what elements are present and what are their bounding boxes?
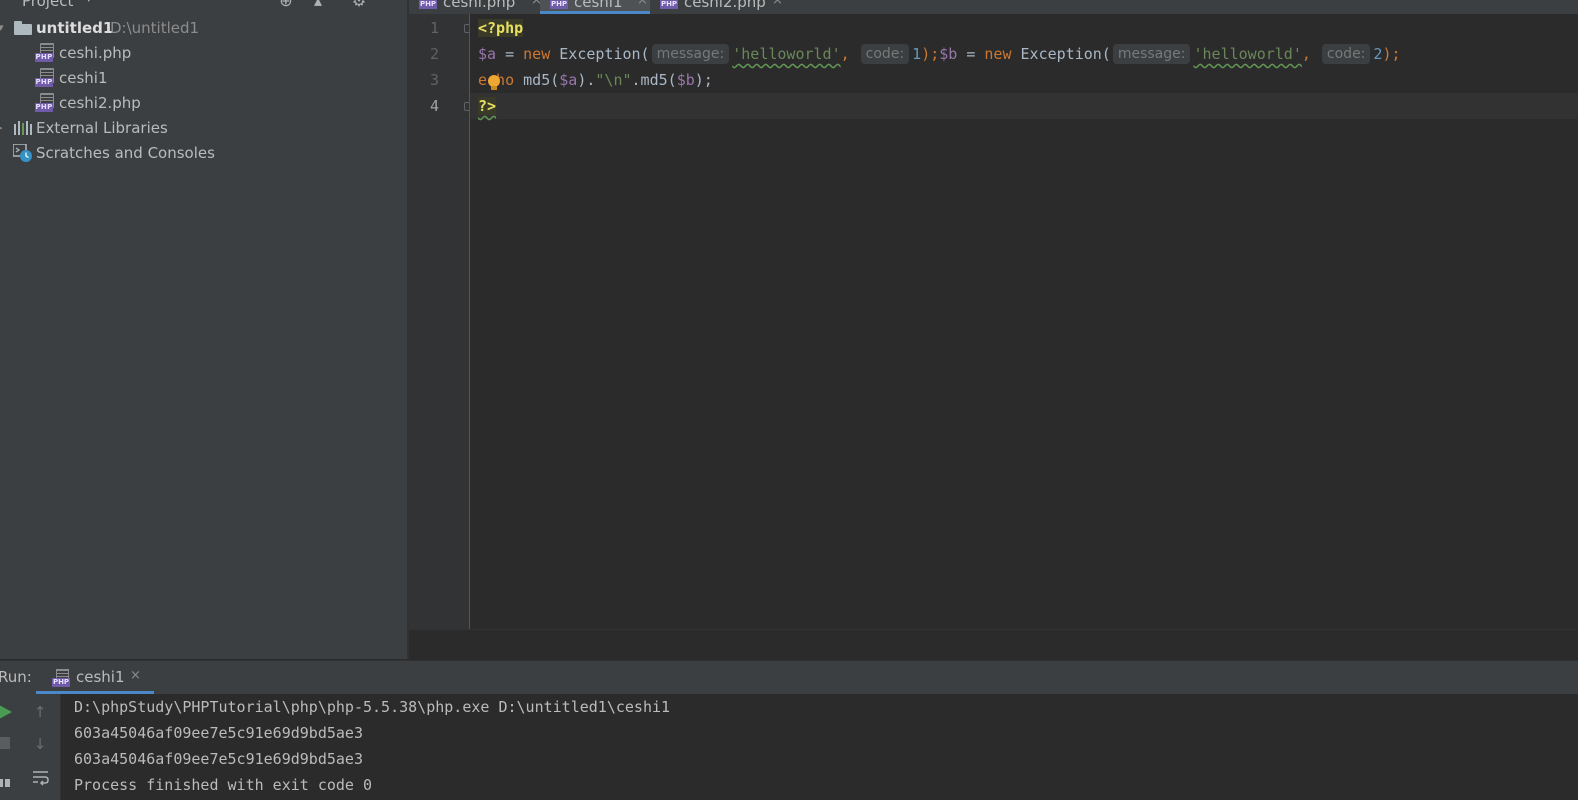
- close-icon[interactable]: ×: [637, 0, 648, 8]
- code-token: $b: [676, 71, 695, 89]
- code-token: $a: [559, 71, 578, 89]
- code-token: Exception(: [550, 45, 650, 63]
- tab-label: ceshi1: [574, 0, 623, 11]
- code-line-1: <?php: [478, 15, 524, 41]
- tree-item-path: D:\untitled1: [110, 19, 200, 37]
- settings-gear-icon[interactable]: ⚙: [350, 0, 368, 10]
- scratches-icon: [13, 144, 32, 162]
- tree-item-project-root[interactable]: ▾ untitled1 D:\untitled1: [0, 16, 407, 40]
- intention-bulb-base: [491, 86, 497, 90]
- tree-item-file[interactable]: PHP ceshi.php: [0, 41, 407, 65]
- editor-status-strip: [409, 629, 1578, 660]
- line-number: 2: [429, 45, 439, 63]
- run-tab-ceshi1[interactable]: PHP ceshi1 ×: [36, 661, 154, 694]
- tree-item-file[interactable]: PHP ceshi1: [0, 66, 407, 90]
- arrow-down-icon[interactable]: ↓: [30, 734, 50, 754]
- param-hint: code:: [860, 44, 910, 64]
- tab-ceshi-php[interactable]: PHP ceshi.php ×: [419, 0, 542, 14]
- expand-arrow-icon[interactable]: ▾: [0, 16, 4, 40]
- code-token: ,: [1301, 45, 1320, 63]
- tab-label: ceshi2.php: [684, 0, 766, 11]
- code-token: =: [957, 45, 985, 63]
- project-panel-header: Project ▾ ⊕ ▴ ⚙: [0, 0, 407, 12]
- line-number: 4: [429, 97, 439, 115]
- folder-icon: [14, 21, 32, 35]
- tree-item-label: Scratches and Consoles: [36, 144, 215, 162]
- run-panel-header: Run: PHP ceshi1 ×: [0, 660, 1578, 694]
- tree-item-file[interactable]: PHP ceshi2.php: [0, 91, 407, 115]
- tree-item-label: untitled1: [36, 19, 114, 37]
- project-panel-title[interactable]: Project: [22, 0, 73, 10]
- close-icon[interactable]: ×: [130, 668, 141, 683]
- layout-icon[interactable]: [0, 774, 14, 788]
- code-token: $b: [939, 45, 958, 63]
- php-file-icon: PHP: [52, 669, 70, 687]
- close-icon[interactable]: ×: [772, 0, 783, 8]
- collapse-all-icon[interactable]: ▴: [309, 0, 327, 10]
- tree-item-scratches[interactable]: Scratches and Consoles: [0, 141, 407, 165]
- php-open-tag: <?php: [478, 19, 524, 37]
- rerun-play-icon[interactable]: [0, 704, 14, 720]
- console-line: 603a45046af09ee7e5c91e69d9bd5ae3: [74, 750, 363, 768]
- code-token: 'helloworld': [1193, 45, 1302, 63]
- tab-label: ceshi.php: [443, 0, 516, 11]
- code-token: );: [921, 45, 940, 63]
- arrow-up-icon[interactable]: ↑: [30, 702, 50, 722]
- project-panel: Project ▾ ⊕ ▴ ⚙ ▾ untitled1 D:\untitled1…: [0, 0, 407, 659]
- line-number: 3: [429, 71, 439, 89]
- code-token: .md5(: [631, 71, 677, 89]
- php-file-icon: PHP: [419, 0, 437, 9]
- code-line-4: ?>: [478, 93, 497, 119]
- locate-icon[interactable]: ⊕: [277, 0, 295, 10]
- code-token: md5(: [514, 71, 560, 89]
- tree-item-label: External Libraries: [36, 119, 168, 137]
- code-token: 'helloworld': [732, 45, 841, 63]
- run-panel-label: Run:: [0, 668, 32, 686]
- line-number: 1: [429, 19, 439, 37]
- soft-wrap-icon[interactable]: [32, 770, 50, 786]
- code-token: $a: [478, 45, 497, 63]
- stop-icon[interactable]: [0, 737, 10, 749]
- editor-gutter[interactable]: 1 2 3 4: [409, 14, 473, 629]
- tree-item-label: ceshi.php: [59, 44, 132, 62]
- chevron-down-icon[interactable]: ▾: [86, 0, 92, 5]
- console-line: 603a45046af09ee7e5c91e69d9bd5ae3: [74, 724, 363, 742]
- expand-arrow-icon[interactable]: ▸: [0, 116, 3, 140]
- code-token: 1: [912, 45, 922, 63]
- code-token: ,: [840, 45, 859, 63]
- param-hint: message:: [651, 44, 730, 64]
- close-icon[interactable]: ×: [531, 0, 542, 8]
- run-toolbar: ↑ ↓: [0, 694, 61, 800]
- tree-item-external-libraries[interactable]: ▸ External Libraries: [0, 116, 407, 140]
- php-file-icon: PHP: [35, 93, 54, 113]
- code-token: "\n": [595, 71, 632, 89]
- php-file-icon: PHP: [660, 0, 678, 9]
- code-token: );: [1382, 45, 1401, 63]
- php-file-icon: PHP: [35, 43, 54, 63]
- editor-tab-bar: PHP ceshi.php × PHP ceshi1 × PHP ceshi2.…: [409, 0, 1578, 14]
- php-file-icon: PHP: [550, 0, 568, 9]
- code-token: ).: [577, 71, 596, 89]
- tree-item-label: ceshi2.php: [59, 94, 141, 112]
- code-line-3: echo md5($a)."\n".md5($b);: [478, 67, 713, 93]
- param-hint: code:: [1321, 44, 1371, 64]
- code-token: Exception(: [1011, 45, 1111, 63]
- code-token: );: [694, 71, 713, 89]
- current-line-highlight: [470, 93, 1578, 119]
- libraries-icon: [14, 121, 32, 135]
- php-file-icon: PHP: [35, 68, 54, 88]
- code-line-2: $a = new Exception(message:'helloworld',…: [478, 41, 1401, 67]
- param-hint: message:: [1112, 44, 1191, 64]
- console-line: Process finished with exit code 0: [74, 776, 373, 794]
- code-token: new: [523, 45, 551, 63]
- run-tab-label: ceshi1: [76, 668, 125, 686]
- php-close-tag: ?>: [478, 97, 497, 115]
- code-token: =: [496, 45, 524, 63]
- tab-ceshi2-php[interactable]: PHP ceshi2.php ×: [660, 0, 790, 14]
- code-token: new: [984, 45, 1012, 63]
- console-line: D:\phpStudy\PHPTutorial\php\php-5.5.38\p…: [74, 698, 671, 716]
- tree-item-label: ceshi1: [59, 69, 108, 87]
